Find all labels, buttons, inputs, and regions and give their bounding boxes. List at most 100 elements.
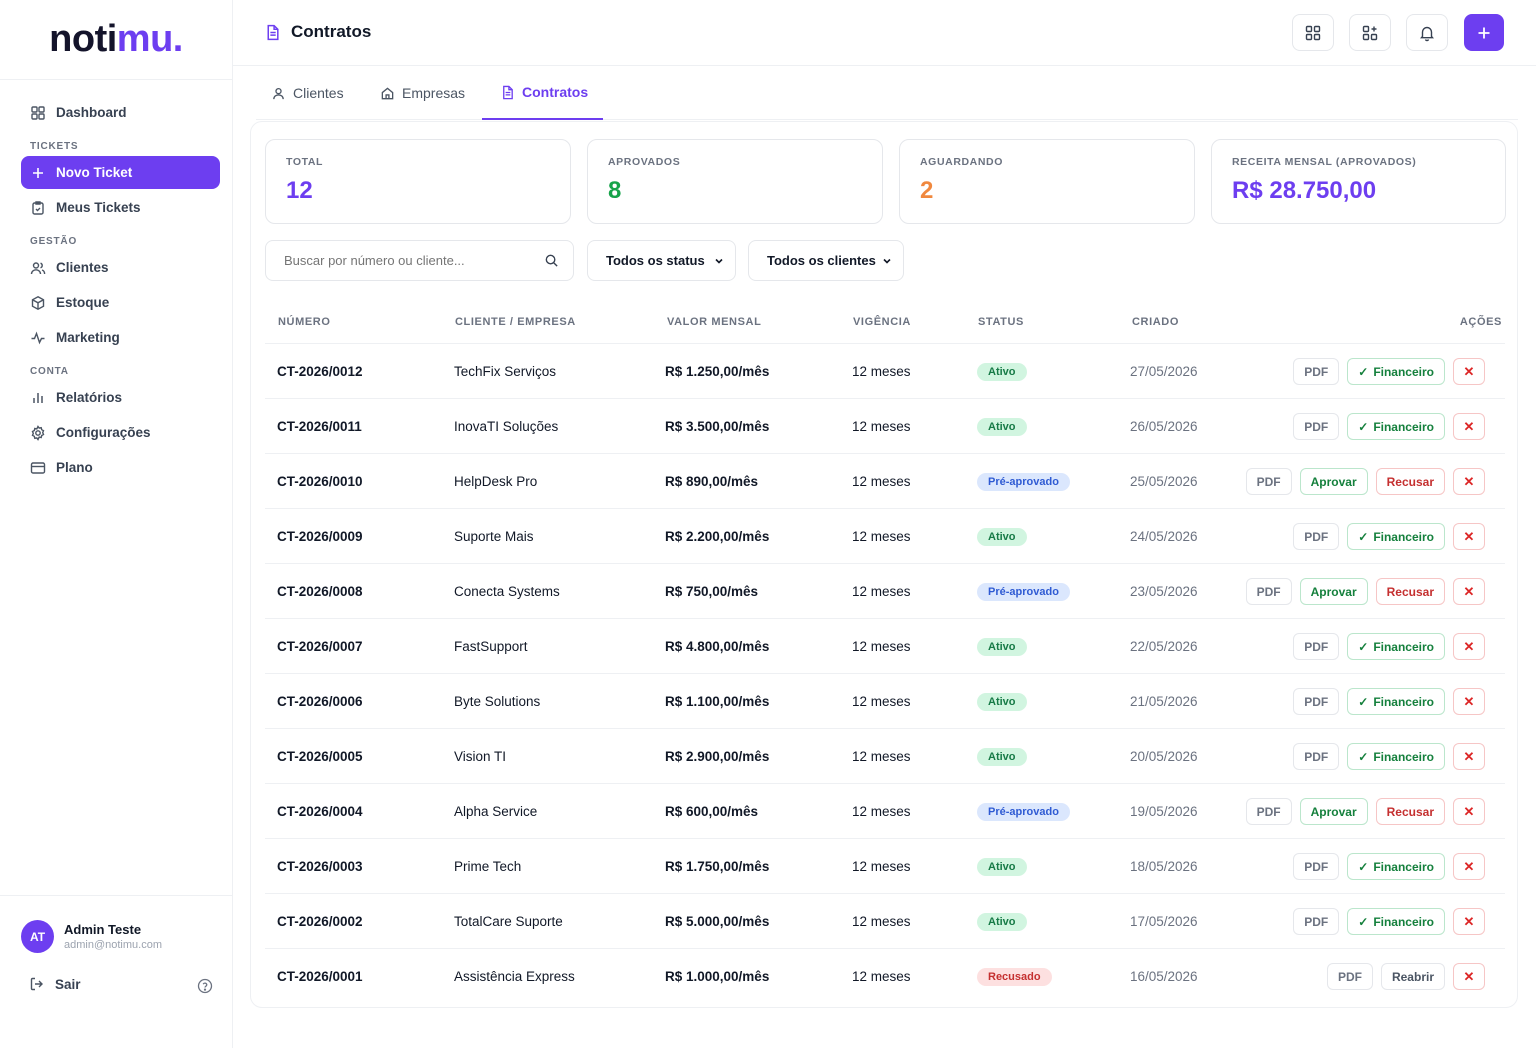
pdf-button[interactable]: PDF [1293, 743, 1340, 770]
column-header[interactable]: VIGÊNCIA [853, 316, 911, 328]
sidebar-item-marketing[interactable]: Marketing [21, 321, 220, 354]
close-icon[interactable]: ✕ [1453, 743, 1485, 770]
sidebar-item-meus-tickets[interactable]: Meus Tickets [21, 191, 220, 224]
table-row[interactable]: CT-2026/0003 Prime Tech R$ 1.750,00/mês 12 … [265, 839, 1505, 894]
add-widget-button[interactable] [1349, 14, 1391, 51]
reject-button[interactable]: Recusar [1375, 798, 1445, 825]
grid-view-button[interactable] [1292, 14, 1334, 51]
help-icon[interactable] [197, 978, 214, 995]
term: 12 meses [852, 804, 911, 819]
pdf-button[interactable]: PDF [1293, 358, 1340, 385]
client-name: Conecta Systems [454, 584, 560, 599]
pdf-button[interactable]: PDF [1245, 578, 1292, 605]
financeiro-button[interactable]: ✓ Financeiro [1347, 853, 1445, 880]
user-profile[interactable]: AT Admin Teste admin@notimu.com [21, 920, 162, 953]
close-icon[interactable]: ✕ [1453, 688, 1485, 715]
financeiro-button[interactable]: ✓ Financeiro [1347, 523, 1445, 550]
status-filter-select[interactable]: Todos os status [587, 240, 736, 281]
notifications-button[interactable] [1406, 14, 1448, 51]
button-label: PDF [1304, 749, 1329, 764]
close-icon[interactable]: ✕ [1453, 468, 1485, 495]
contract-number: CT-2026/0001 [277, 969, 363, 984]
financeiro-button[interactable]: ✓ Financeiro [1347, 358, 1445, 385]
close-icon[interactable]: ✕ [1453, 523, 1485, 550]
column-header[interactable]: STATUS [978, 316, 1024, 328]
contract-number: CT-2026/0011 [277, 419, 362, 434]
client-name: TechFix Serviços [454, 364, 557, 379]
table-row[interactable]: CT-2026/0010 HelpDesk Pro R$ 890,00/mês 12 … [265, 454, 1505, 509]
approve-button[interactable]: Aprovar [1299, 798, 1368, 825]
close-icon[interactable]: ✕ [1453, 853, 1485, 880]
close-icon[interactable]: ✕ [1453, 798, 1485, 825]
pdf-button[interactable]: PDF [1326, 963, 1373, 990]
logout-button[interactable]: Sair [29, 976, 81, 992]
tab-empresas[interactable]: Empresas [380, 66, 465, 120]
sidebar-item-novo-ticket[interactable]: Novo Ticket [21, 156, 220, 189]
sidebar-item-dashboard[interactable]: Dashboard [21, 96, 220, 129]
sidebar-item-relatorios[interactable]: Relatórios [21, 381, 220, 414]
contracts-table-body: CT-2026/0012 TechFix Serviços R$ 1.250,00/… [265, 344, 1505, 1004]
financeiro-button[interactable]: ✓ Financeiro [1347, 633, 1445, 660]
search-icon[interactable] [544, 253, 559, 268]
pdf-button[interactable]: PDF [1293, 413, 1340, 440]
pdf-button[interactable]: PDF [1293, 523, 1340, 550]
financeiro-button[interactable]: ✓ Financeiro [1347, 908, 1445, 935]
row-actions: PDF ✓ Financeiro ✕ [1293, 619, 1485, 674]
sidebar-item-plano[interactable]: Plano [21, 451, 220, 484]
tab-contratos[interactable]: Contratos [482, 66, 603, 120]
sidebar-item-estoque[interactable]: Estoque [21, 286, 220, 319]
close-icon[interactable]: ✕ [1453, 633, 1485, 660]
row-actions: PDF ✓ Financeiro ✕ [1293, 344, 1485, 399]
table-row[interactable]: CT-2026/0009 Suporte Mais R$ 2.200,00/mês 1… [265, 509, 1505, 564]
reject-button[interactable]: Recusar [1375, 468, 1445, 495]
tab-label: Empresas [402, 85, 466, 101]
pdf-button[interactable]: PDF [1293, 853, 1340, 880]
financeiro-button[interactable]: ✓ Financeiro [1347, 413, 1445, 440]
sidebar-item-configuracoes[interactable]: Configurações [21, 416, 220, 449]
reject-button[interactable]: Recusar [1375, 578, 1445, 605]
financeiro-button[interactable]: ✓ Financeiro [1347, 688, 1445, 715]
close-icon[interactable]: ✕ [1453, 413, 1485, 440]
search-input[interactable] [284, 253, 524, 268]
reopen-button[interactable]: Reabrir [1380, 963, 1445, 990]
approve-button[interactable]: Aprovar [1299, 578, 1368, 605]
sidebar-item-clientes[interactable]: Clientes [21, 251, 220, 284]
financeiro-button[interactable]: ✓ Financeiro [1347, 743, 1445, 770]
pdf-button[interactable]: PDF [1293, 688, 1340, 715]
table-row[interactable]: CT-2026/0011 InovaTI Soluções R$ 3.500,00/… [265, 399, 1505, 454]
table-row[interactable]: CT-2026/0012 TechFix Serviços R$ 1.250,00/… [265, 344, 1505, 399]
table-row[interactable]: CT-2026/0008 Conecta Systems R$ 750,00/mês… [265, 564, 1505, 619]
column-header[interactable]: VALOR MENSAL [667, 316, 761, 328]
pdf-button[interactable]: PDF [1245, 798, 1292, 825]
table-row[interactable]: CT-2026/0006 Byte Solutions R$ 1.100,00/mê… [265, 674, 1505, 729]
table-row[interactable]: CT-2026/0005 Vision TI R$ 2.900,00/mês 12 m… [265, 729, 1505, 784]
column-header[interactable]: CRIADO [1132, 316, 1179, 328]
close-icon[interactable]: ✕ [1453, 908, 1485, 935]
approve-button[interactable]: Aprovar [1299, 468, 1368, 495]
stat-card-total: TOTAL 12 [265, 139, 571, 224]
close-icon[interactable]: ✕ [1453, 578, 1485, 605]
tab-clientes[interactable]: Clientes [271, 66, 344, 120]
column-header[interactable]: CLIENTE / EMPRESA [455, 316, 576, 328]
pdf-button[interactable]: PDF [1293, 908, 1340, 935]
table-row[interactable]: CT-2026/0007 FastSupport R$ 4.800,00/mês 12… [265, 619, 1505, 674]
pdf-button[interactable]: PDF [1245, 468, 1292, 495]
table-row[interactable]: CT-2026/0002 TotalCare Suporte R$ 5.000,00… [265, 894, 1505, 949]
logo[interactable]: noti mu. [0, 0, 232, 80]
status-cell: Pré-aprovado [977, 564, 1070, 619]
sidebar-nav: Dashboard TICKETS Novo Ticket Meus Ticke… [0, 80, 232, 484]
section-label: CONTA [30, 366, 69, 377]
button-label: Aprovar [1310, 804, 1357, 819]
close-icon[interactable]: ✕ [1453, 358, 1485, 385]
table-row[interactable]: CT-2026/0004 Alpha Service R$ 600,00/mês 12… [265, 784, 1505, 839]
close-icon[interactable]: ✕ [1453, 963, 1485, 990]
table-row[interactable]: CT-2026/0001 Assistência Express R$ 1.000,… [265, 949, 1505, 1004]
column-header[interactable]: NÚMERO [278, 316, 331, 328]
add-button[interactable] [1464, 14, 1504, 51]
status-badge: Pré-aprovado [977, 582, 1070, 601]
client-filter-select[interactable]: Todos os clientes [748, 240, 904, 281]
credit-card-icon [30, 461, 46, 474]
stat-card-receita: RECEITA MENSAL (APROVADOS) R$ 28.750,00 [1211, 139, 1506, 224]
client-name: Prime Tech [454, 859, 522, 874]
pdf-button[interactable]: PDF [1293, 633, 1340, 660]
